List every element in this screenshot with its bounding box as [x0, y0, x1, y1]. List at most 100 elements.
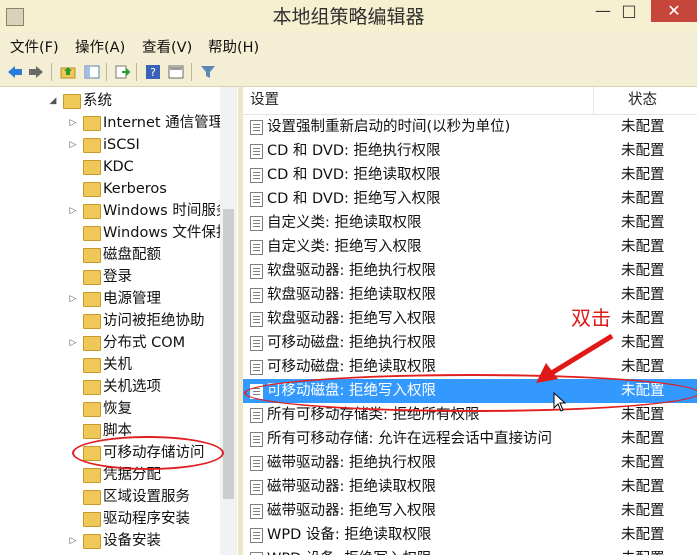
- expand-arrow-icon[interactable]: ▷: [68, 134, 78, 156]
- folder-icon: [83, 270, 101, 285]
- maximize-button[interactable]: □: [611, 0, 647, 22]
- tree-item[interactable]: Windows 文件保护: [0, 222, 238, 244]
- policy-row[interactable]: WPD 设备: 拒绝写入权限 未配置: [243, 547, 697, 555]
- export-list-icon[interactable]: [112, 62, 132, 82]
- annotation-arrow: [536, 333, 614, 383]
- tree-item[interactable]: 驱动程序安装: [0, 508, 238, 530]
- collapse-arrow-icon[interactable]: ◢: [48, 90, 58, 112]
- policy-setting-icon: [250, 432, 263, 447]
- policy-state: 未配置: [621, 407, 665, 423]
- policy-row[interactable]: 所有可移动存储: 允许在远程会话中直接访问 未配置: [243, 427, 697, 451]
- expand-arrow-icon[interactable]: ▷: [68, 112, 78, 134]
- folder-icon: [83, 490, 101, 505]
- policy-row[interactable]: CD 和 DVD: 拒绝读取权限 未配置: [243, 163, 697, 187]
- folder-icon: [83, 182, 101, 197]
- tree-item[interactable]: ▷ Internet 通信管理: [0, 112, 238, 134]
- tree-item[interactable]: 脚本: [0, 420, 238, 442]
- tree-item[interactable]: 区域设置服务: [0, 486, 238, 508]
- column-state[interactable]: 状态: [628, 87, 657, 114]
- policy-row[interactable]: CD 和 DVD: 拒绝执行权限 未配置: [243, 139, 697, 163]
- up-folder-icon[interactable]: [58, 62, 78, 82]
- policy-setting-icon: [250, 312, 263, 327]
- policy-row[interactable]: 可移动磁盘: 拒绝读取权限 未配置: [243, 355, 697, 379]
- tree-item[interactable]: Kerberos: [0, 178, 238, 200]
- tree-item[interactable]: 磁盘配额: [0, 244, 238, 266]
- menu-view[interactable]: 查看(V): [142, 36, 192, 57]
- tree-item-label: 设备安装: [103, 533, 161, 549]
- policy-row[interactable]: 自定义类: 拒绝写入权限 未配置: [243, 235, 697, 259]
- tree-item[interactable]: 关机选项: [0, 376, 238, 398]
- policy-row[interactable]: 软盘驱动器: 拒绝读取权限 未配置: [243, 283, 697, 307]
- tree-item[interactable]: 凭据分配: [0, 464, 238, 486]
- tree-item-label: Windows 时间服务: [103, 203, 231, 219]
- tree-item[interactable]: 可移动存储访问: [0, 442, 238, 464]
- tree-item[interactable]: 恢复: [0, 398, 238, 420]
- expand-arrow-icon[interactable]: ▷: [68, 200, 78, 222]
- expand-arrow-icon[interactable]: ▷: [68, 288, 78, 310]
- policy-row[interactable]: 自定义类: 拒绝读取权限 未配置: [243, 211, 697, 235]
- column-header: 设置 状态: [243, 87, 697, 115]
- policy-row[interactable]: 所有可移动存储类: 拒绝所有权限 未配置: [243, 403, 697, 427]
- close-button[interactable]: ✕: [651, 0, 697, 22]
- tree-item-label: 脚本: [103, 423, 132, 439]
- folder-icon: [83, 358, 101, 373]
- expand-arrow-icon[interactable]: ▷: [68, 332, 78, 354]
- tree-item[interactable]: ▷ iSCSI: [0, 134, 238, 156]
- tree-item[interactable]: ▷ 电源管理: [0, 288, 238, 310]
- policy-row[interactable]: WPD 设备: 拒绝读取权限 未配置: [243, 523, 697, 547]
- policy-state: 未配置: [621, 479, 665, 495]
- policy-row[interactable]: 磁带驱动器: 拒绝读取权限 未配置: [243, 475, 697, 499]
- policy-state: 未配置: [621, 239, 665, 255]
- help-icon[interactable]: ?: [143, 62, 163, 82]
- tree-item-label: 区域设置服务: [103, 489, 190, 505]
- folder-icon: [83, 138, 101, 153]
- policy-row[interactable]: 磁带驱动器: 拒绝写入权限 未配置: [243, 499, 697, 523]
- policy-state: 未配置: [621, 547, 665, 555]
- policy-name: 所有可移动存储类: 拒绝所有权限: [267, 407, 480, 423]
- column-setting[interactable]: 设置: [250, 87, 279, 114]
- policy-setting-icon: [250, 144, 263, 159]
- policy-row[interactable]: 可移动磁盘: 拒绝执行权限 未配置: [243, 331, 697, 355]
- tree-item[interactable]: ▷ 设备安装: [0, 530, 238, 552]
- policy-row[interactable]: 可移动磁盘: 拒绝写入权限 未配置: [243, 379, 697, 403]
- policy-row[interactable]: 软盘驱动器: 拒绝写入权限 未配置: [243, 307, 697, 331]
- tree-item-label: Kerberos: [103, 181, 167, 197]
- toolbar: ?: [0, 58, 697, 87]
- menu-action[interactable]: 操作(A): [75, 36, 125, 57]
- tree-item-label: 分布式 COM: [103, 335, 186, 351]
- policy-row[interactable]: 设置强制重新启动的时间(以秒为单位) 未配置: [243, 115, 697, 139]
- policy-name: 磁带驱动器: 拒绝执行权限: [267, 455, 436, 471]
- tree-item[interactable]: 登录: [0, 266, 238, 288]
- tree-item[interactable]: KDC: [0, 156, 238, 178]
- policy-state: 未配置: [621, 527, 665, 543]
- policy-row[interactable]: CD 和 DVD: 拒绝写入权限 未配置: [243, 187, 697, 211]
- tree-item-label: 驱动程序安装: [103, 511, 190, 527]
- tree-scroll-thumb[interactable]: [223, 209, 234, 499]
- show-hide-tree-icon[interactable]: [82, 62, 102, 82]
- folder-icon: [83, 226, 101, 241]
- extended-view-icon[interactable]: [166, 62, 186, 82]
- back-arrow-icon[interactable]: [5, 62, 25, 82]
- tree-item-label: 访问被拒绝协助: [103, 313, 205, 329]
- folder-icon: [83, 534, 101, 549]
- policy-setting-icon: [250, 120, 263, 135]
- tree-scrollbar[interactable]: [220, 87, 237, 555]
- policy-row[interactable]: 磁带驱动器: 拒绝执行权限 未配置: [243, 451, 697, 475]
- policy-name: CD 和 DVD: 拒绝读取权限: [267, 167, 441, 183]
- filter-icon[interactable]: [198, 62, 218, 82]
- folder-icon: [63, 94, 81, 109]
- tree-item[interactable]: 关机: [0, 354, 238, 376]
- tree-item[interactable]: ◢ 系统: [0, 90, 238, 112]
- tree-item[interactable]: ▷ Windows 时间服务: [0, 200, 238, 222]
- tree-item[interactable]: ▷ 分布式 COM: [0, 332, 238, 354]
- svg-text:?: ?: [150, 66, 156, 79]
- forward-arrow-icon[interactable]: [26, 62, 46, 82]
- menu-file[interactable]: 文件(F): [10, 36, 59, 57]
- menu-help[interactable]: 帮助(H): [208, 36, 259, 57]
- tree-item-label: 电源管理: [103, 291, 161, 307]
- tree-item-label: Internet 通信管理: [103, 115, 224, 131]
- policy-row[interactable]: 软盘驱动器: 拒绝执行权限 未配置: [243, 259, 697, 283]
- policy-setting-icon: [250, 480, 263, 495]
- expand-arrow-icon[interactable]: ▷: [68, 530, 78, 552]
- tree-item[interactable]: 访问被拒绝协助: [0, 310, 238, 332]
